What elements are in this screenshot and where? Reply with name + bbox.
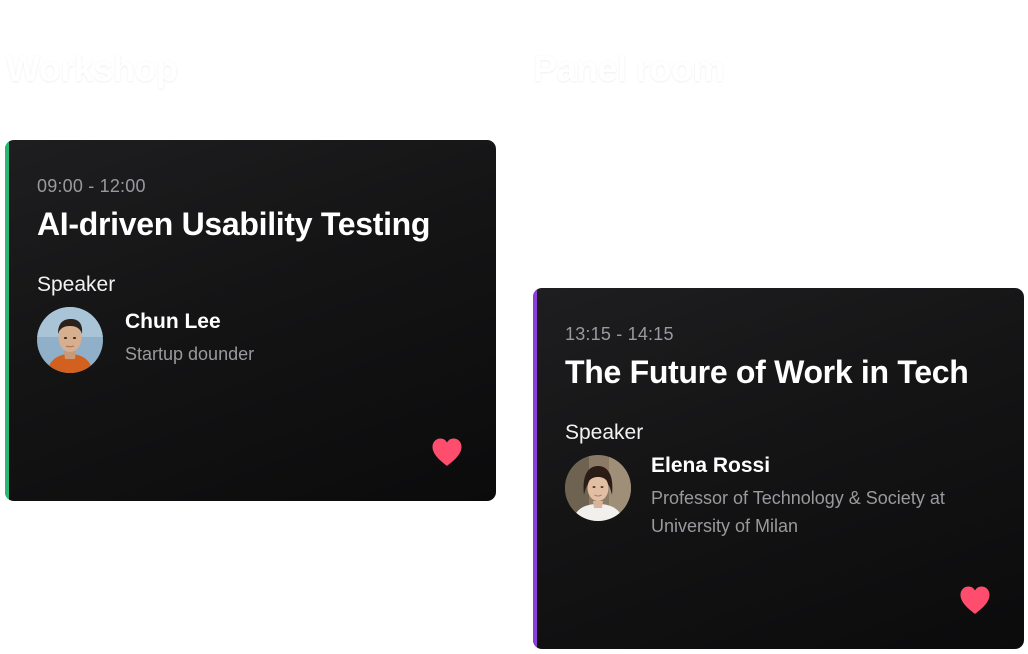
- speaker-role: Professor of Technology & Society at Uni…: [651, 488, 945, 536]
- schedule-board: Workshop Panel room 09:00 - 12:00 AI-dri…: [0, 0, 1028, 654]
- speaker-avatar-image: [565, 455, 631, 521]
- speaker-avatar: [37, 307, 103, 373]
- room-heading-panel-room: Panel room: [533, 48, 725, 89]
- session-title: AI-driven Usability Testing: [37, 206, 431, 242]
- speaker-role: Startup dounder: [125, 344, 255, 364]
- speaker-avatar: [565, 455, 631, 521]
- speaker-name: Elena Rossi: [651, 454, 771, 477]
- session-title: The Future of Work in Tech: [565, 354, 969, 390]
- favorite-heart-shape: [960, 586, 990, 614]
- session-card[interactable]: 13:15 - 14:15 The Future of Work in Tech…: [533, 288, 1024, 649]
- speaker-label: Speaker: [37, 273, 116, 296]
- speaker-avatar-image: [37, 307, 103, 373]
- heart-icon[interactable]: [431, 437, 463, 467]
- session-time: 13:15 - 14:15: [565, 324, 674, 344]
- session-time: 09:00 - 12:00: [37, 176, 146, 196]
- heart-icon[interactable]: [959, 585, 991, 615]
- session-card[interactable]: 09:00 - 12:00 AI-driven Usability Testin…: [5, 140, 496, 501]
- room-heading-workshop: Workshop: [6, 48, 178, 89]
- speaker-label: Speaker: [565, 421, 644, 444]
- speaker-name: Chun Lee: [125, 310, 221, 333]
- favorite-heart-shape: [432, 438, 462, 466]
- session-accent-bar: [533, 288, 537, 649]
- session-accent-bar: [5, 140, 9, 501]
